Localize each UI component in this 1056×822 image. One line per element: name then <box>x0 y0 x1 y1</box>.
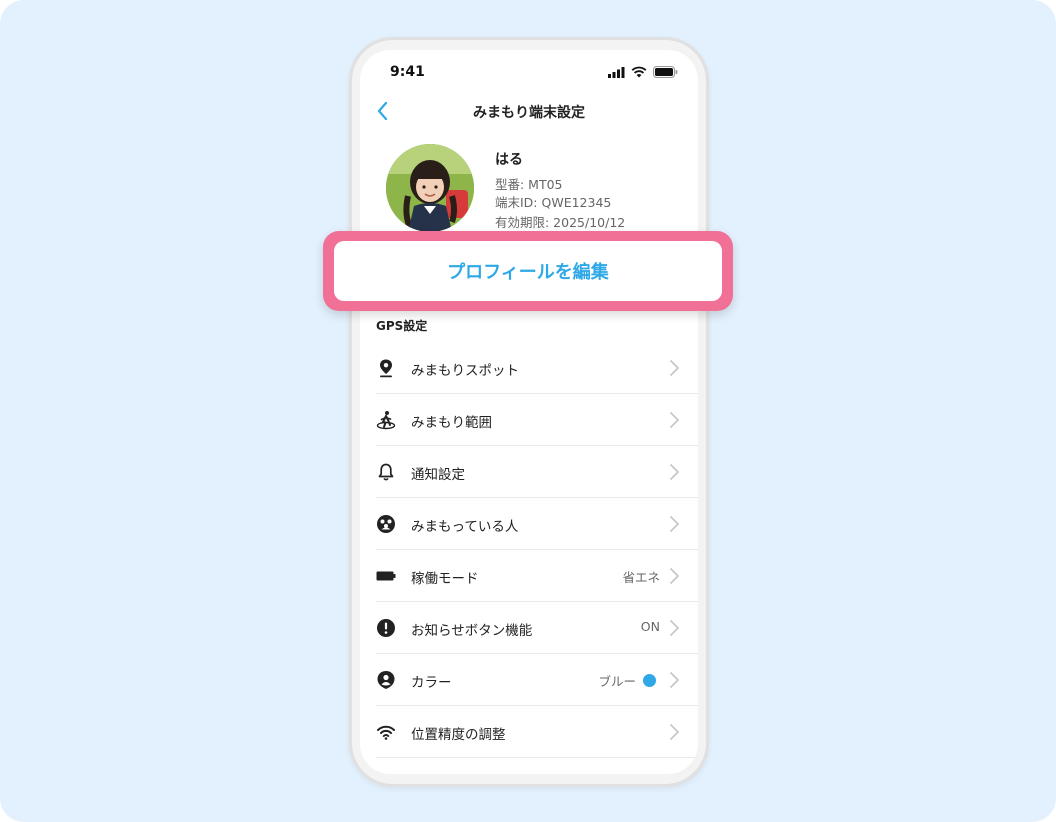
menu-value: 省エネ <box>622 570 660 585</box>
chevron-right-icon <box>670 412 679 428</box>
profile-name: はる <box>495 152 523 168</box>
chevron-right-icon <box>670 568 679 584</box>
chevron-right-icon <box>670 672 679 688</box>
menu-item-watchers[interactable]: みまもっている人 <box>376 498 698 550</box>
edit-profile-button[interactable]: プロフィールを編集 <box>334 241 722 301</box>
profile-card: はる 型番: MT05 端末ID: QWE12345 有効期限: 2025/10… <box>360 142 698 237</box>
menu-label: みまもり範囲 <box>411 415 492 431</box>
chevron-right-icon <box>670 724 679 740</box>
people-group-icon <box>377 515 395 533</box>
location-pin-icon <box>380 359 392 378</box>
section-label-gps: GPS設定 <box>376 319 428 333</box>
menu-value: ON <box>640 619 660 634</box>
menu-value: ブルー <box>598 674 636 689</box>
menu-label: お知らせボタン機能 <box>411 623 533 639</box>
alert-icon <box>377 619 395 637</box>
menu-item-spot[interactable]: みまもりスポット <box>376 342 698 394</box>
menu-item-alert-button[interactable]: お知らせボタン機能 ON <box>376 602 698 654</box>
menu-item-color[interactable]: カラー ブルー <box>376 654 698 706</box>
menu-label: 稼働モード <box>411 571 479 587</box>
page-title: みまもり端末設定 <box>473 105 585 121</box>
battery-icon <box>376 571 396 581</box>
menu-label: カラー <box>411 675 452 691</box>
chevron-right-icon <box>670 516 679 532</box>
wifi-icon <box>377 725 395 740</box>
profile-model: 型番: MT05 <box>495 177 563 192</box>
chevron-right-icon <box>670 464 679 480</box>
menu-item-range[interactable]: みまもり範囲 <box>376 394 698 446</box>
settings-list: みまもりスポット みまもり範囲 通知設定 みまもっている人 稼働モード 省エネ … <box>376 342 698 758</box>
menu-label: みまもっている人 <box>411 519 519 535</box>
battery-status-icon <box>653 66 678 78</box>
bell-icon <box>378 463 394 481</box>
menu-item-operation-mode[interactable]: 稼働モード 省エネ <box>376 550 698 602</box>
chevron-right-icon <box>670 620 679 636</box>
menu-item-notification[interactable]: 通知設定 <box>376 446 698 498</box>
color-dot <box>643 674 656 687</box>
signal-icon <box>608 66 625 78</box>
navigation-bar: みまもり端末設定 <box>360 96 698 126</box>
menu-label: 通知設定 <box>411 467 465 483</box>
profile-device-id: 端末ID: QWE12345 <box>495 195 612 210</box>
walking-area-icon <box>376 411 396 430</box>
avatar <box>386 144 474 232</box>
menu-label: みまもりスポット <box>411 363 519 379</box>
profile-expiry: 有効期限: 2025/10/12 <box>495 215 626 230</box>
menu-item-accuracy[interactable]: 位置精度の調整 <box>376 706 698 758</box>
person-badge-icon <box>377 671 395 689</box>
wifi-status-icon <box>631 66 647 78</box>
status-time: 9:41 <box>390 64 425 80</box>
menu-label: 位置精度の調整 <box>411 727 506 743</box>
chevron-right-icon <box>670 360 679 376</box>
status-bar: 9:41 <box>360 50 698 96</box>
phone-screen: 9:41 みまもり端末設定 はる 型番: MT05 端末ID: QWE12345… <box>360 50 698 774</box>
